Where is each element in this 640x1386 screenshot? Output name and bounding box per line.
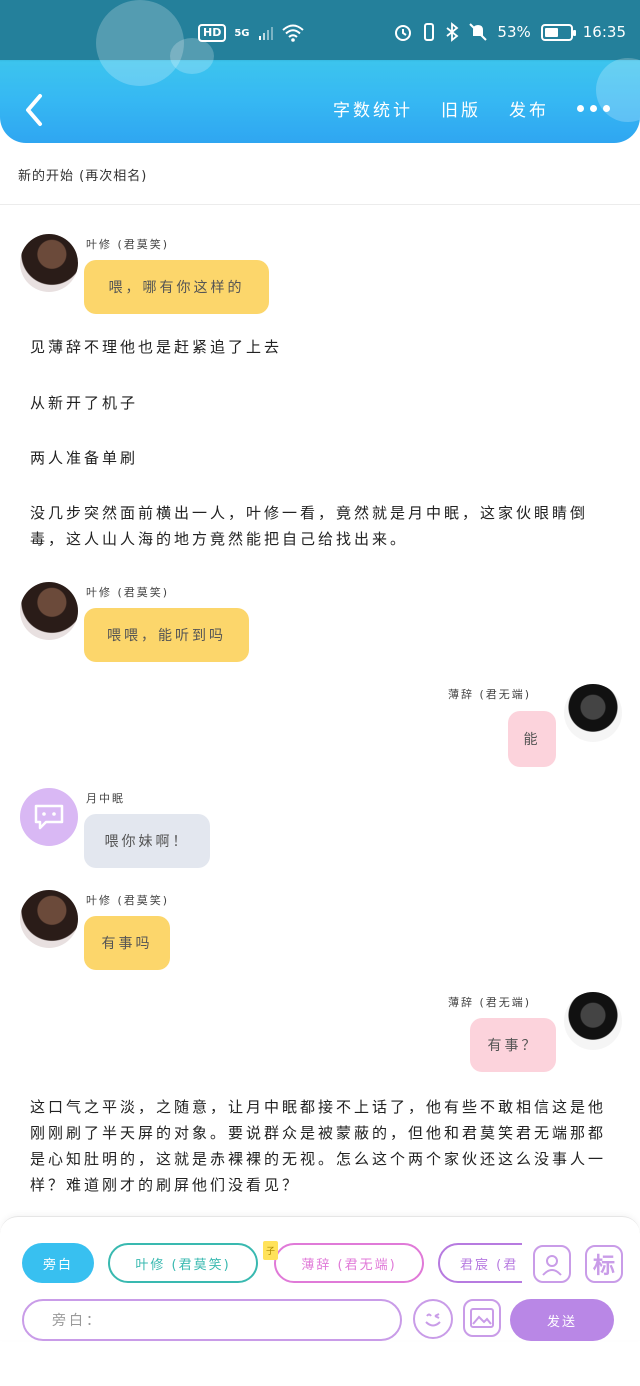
word-count-button[interactable]: 字数统计 [333,96,413,121]
narration-text[interactable]: 这口气之平淡，之随意，让月中眠都接不上话了，他有些不敢相信这是他刚刚刷了半天屏的… [30,1094,610,1198]
role-chip-narrator[interactable]: 旁白 [22,1243,94,1283]
speaker-name: 薄辞 (君无端) [448,688,532,701]
avatar[interactable] [564,684,622,742]
speaker-name: 叶修 (君莫笑) [86,238,170,251]
emoji-button[interactable] [413,1299,453,1339]
signal-icon [258,27,273,40]
more-icon[interactable] [577,105,610,112]
top-header: HD 5G 53% 16:35 字数统计 旧版 发布 [0,0,640,143]
nav-row: 字数统计 旧版 发布 [0,78,640,138]
role-chip-yexiu[interactable]: 叶修 (君莫笑) [108,1243,258,1283]
story-content: 叶修 (君莫笑) 喂，哪有你这样的 见薄辞不理他也是赶紧追了上去 从新开了机子 … [0,206,640,1216]
mute-bell-icon [469,23,488,41]
narration-text[interactable]: 从新开了机子 [30,390,610,416]
speaker-name: 叶修 (君莫笑) [86,894,170,907]
chat-bubble[interactable]: 能 [508,711,556,767]
role-chip-boci[interactable]: 薄辞 (君无端) [274,1243,424,1283]
hd-badge: HD [198,24,227,42]
image-button[interactable] [463,1299,501,1337]
network-label: 5G [234,27,250,39]
chat-bubble-icon [34,804,64,830]
status-left-group: HD 5G [198,24,304,42]
bluetooth-icon [446,22,459,42]
status-right-group: 53% 16:35 [393,22,626,42]
character-manage-button[interactable] [533,1245,571,1283]
chat-bubble[interactable]: 喂，哪有你这样的 [84,260,269,314]
role-chip-junchen[interactable]: 君宸 (君 [438,1243,522,1283]
old-version-button[interactable]: 旧版 [441,96,481,121]
narration-text[interactable]: 没几步突然面前横出一人，叶修一看，竟然就是月中眠，这家伙眼睛倒毒，这人山人海的地… [30,500,610,552]
avatar[interactable] [564,992,622,1050]
emoji-icon [425,1313,441,1327]
image-icon [470,1308,494,1328]
decorative-bubble [96,0,184,86]
chat-bubble[interactable]: 喂喂，能听到吗 [84,608,249,662]
role-tag-badge: 子 [263,1241,278,1260]
vibrate-icon [424,23,435,41]
battery-fill [544,27,558,37]
publish-button[interactable]: 发布 [509,96,549,121]
back-button[interactable] [20,92,50,128]
avatar[interactable] [20,890,78,948]
composer-bar: 旁白 叶修 (君莫笑) 薄辞 (君无端) 君宸 (君 标 旁白： 发送 [0,1216,640,1341]
avatar[interactable] [20,234,78,292]
clock: 16:35 [582,23,626,41]
chevron-left-icon [26,94,42,126]
alarm-icon [395,25,412,41]
speaker-name: 薄辞 (君无端) [448,996,532,1009]
battery-percent: 53% [497,23,531,41]
send-button[interactable]: 发送 [510,1299,614,1341]
nav-actions: 字数统计 旧版 发布 [333,96,610,121]
chat-bubble[interactable]: 有事吗 [84,916,170,970]
narration-text[interactable]: 见薄辞不理他也是赶紧追了上去 [30,334,610,360]
speaker-name: 叶修 (君莫笑) [86,586,170,599]
mark-button[interactable]: 标 [585,1245,623,1283]
battery-icon [540,23,576,41]
chat-bubble[interactable]: 有事？ [470,1018,556,1072]
person-card-icon [542,1255,562,1276]
chapter-title[interactable]: 新的开始 (再次相名) [18,165,147,184]
chapter-header: 新的开始 (再次相名) [0,143,640,205]
decorative-bubble [170,38,214,74]
message-input[interactable]: 旁白： [22,1299,402,1341]
chat-bubble[interactable]: 喂你妹啊！ [84,814,210,868]
narration-text[interactable]: 两人准备单刷 [30,445,610,471]
avatar[interactable] [20,788,78,846]
avatar[interactable] [20,582,78,640]
speaker-name: 月中眠 [86,792,125,805]
wifi-icon [281,24,304,42]
